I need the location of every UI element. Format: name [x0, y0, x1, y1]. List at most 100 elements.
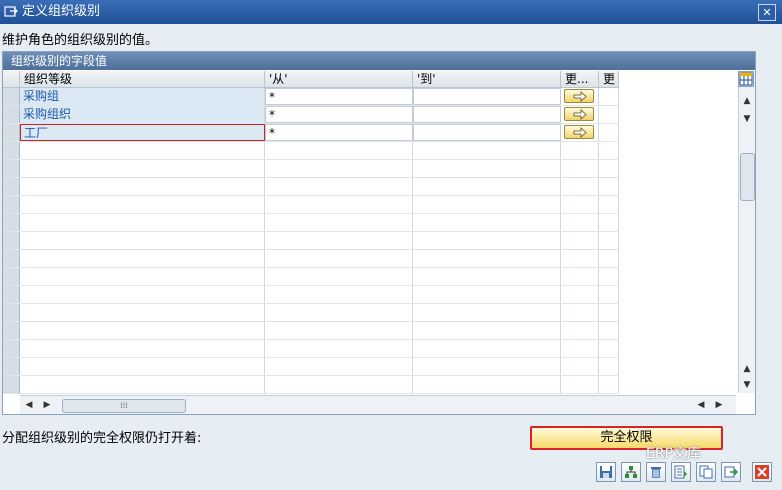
row-selector[interactable]: [3, 124, 20, 141]
vertical-scrollbar[interactable]: ▲ ▼ ▲ ▼: [738, 71, 755, 393]
col-more[interactable]: 更...: [561, 71, 599, 88]
empty-table-row[interactable]: [3, 196, 619, 214]
empty-table-row[interactable]: [3, 340, 619, 358]
from-value-input[interactable]: *: [265, 106, 413, 123]
row-selector[interactable]: [3, 160, 20, 177]
empty-table-row[interactable]: [3, 286, 619, 304]
empty-cell: [413, 304, 561, 321]
copy-button[interactable]: [696, 462, 716, 482]
empty-cell: [561, 232, 599, 249]
more-values-button[interactable]: [564, 89, 594, 103]
description-text: 维护角色的组织级别的值。: [2, 33, 159, 48]
table-row[interactable]: 工厂 *: [3, 124, 619, 142]
row-selector[interactable]: [3, 88, 20, 105]
empty-cell: [20, 376, 265, 393]
more-values-button[interactable]: [564, 107, 594, 121]
save-button[interactable]: [596, 462, 616, 482]
empty-table-row[interactable]: [3, 358, 619, 376]
empty-cell: [413, 322, 561, 339]
scroll-left-end-icon[interactable]: ◀: [694, 398, 708, 412]
empty-table-row[interactable]: [3, 268, 619, 286]
copy-icon: [699, 465, 713, 479]
empty-cell: [265, 268, 413, 285]
row-selector[interactable]: [3, 376, 20, 393]
scroll-right-icon[interactable]: ▶: [40, 398, 54, 412]
col-more2[interactable]: 更: [599, 71, 619, 88]
scroll-up-icon[interactable]: ▲: [739, 93, 755, 109]
empty-table-row[interactable]: [3, 232, 619, 250]
empty-cell: [20, 286, 265, 303]
more-values-button[interactable]: [564, 125, 594, 139]
org-level-cell: 工厂: [20, 124, 265, 141]
from-value-input[interactable]: *: [265, 88, 413, 105]
table-row[interactable]: 采购组 *: [3, 88, 619, 106]
col-to[interactable]: '到': [413, 71, 561, 88]
row-selector[interactable]: [3, 358, 20, 375]
scroll-down-up-icon[interactable]: ▲: [739, 361, 755, 377]
empty-cell: [561, 340, 599, 357]
copy2-button[interactable]: [721, 462, 741, 482]
empty-cell: [599, 250, 619, 267]
empty-table-row[interactable]: [3, 322, 619, 340]
empty-cell: [20, 268, 265, 285]
empty-cell: [265, 232, 413, 249]
row-selector[interactable]: [3, 142, 20, 159]
org-level-cell: 采购组: [20, 88, 265, 105]
more-cell: [561, 106, 599, 123]
table-row[interactable]: 采购组织 *: [3, 106, 619, 124]
row-selector[interactable]: [3, 322, 20, 339]
field-values-panel: 组织级别的字段值 组织等级 '从' '到' 更... 更 采购组 * 采购组织 * 工厂…: [2, 51, 756, 415]
delete-button[interactable]: [646, 462, 666, 482]
empty-cell: [599, 160, 619, 177]
row-selector[interactable]: [3, 268, 20, 285]
empty-cell: [413, 178, 561, 195]
more-cell: [561, 88, 599, 105]
empty-cell: [561, 286, 599, 303]
empty-cell: [561, 322, 599, 339]
close-button[interactable]: ✕: [758, 4, 776, 21]
delete-icon: [651, 467, 661, 478]
scroll-right-end-icon[interactable]: ▶: [712, 398, 726, 412]
from-value-input[interactable]: *: [265, 124, 413, 141]
row-selector[interactable]: [3, 250, 20, 267]
horizontal-scroll-thumb[interactable]: ⁞⁞⁞: [62, 399, 186, 413]
row-selector[interactable]: [3, 178, 20, 195]
org-level-cell: 采购组织: [20, 106, 265, 123]
org-icon: [625, 466, 637, 478]
vertical-scroll-thumb[interactable]: [740, 153, 755, 201]
horizontal-scrollbar[interactable]: ◀ ▶ ⁞⁞⁞ ◀ ▶: [20, 395, 736, 414]
row-selector[interactable]: [3, 304, 20, 321]
to-value-input[interactable]: [413, 88, 561, 105]
empty-table-row[interactable]: [3, 178, 619, 196]
more-cell: [561, 124, 599, 141]
empty-table-row[interactable]: [3, 376, 619, 394]
empty-cell: [20, 142, 265, 159]
col-from[interactable]: '从': [265, 71, 413, 88]
org-button[interactable]: [621, 462, 641, 482]
row-selector[interactable]: [3, 214, 20, 231]
col-org-level[interactable]: 组织等级: [20, 71, 265, 88]
row-selector[interactable]: [3, 286, 20, 303]
empty-table-row[interactable]: [3, 304, 619, 322]
empty-table-row[interactable]: [3, 214, 619, 232]
scroll-up2-icon[interactable]: ▼: [739, 111, 755, 127]
scroll-left-icon[interactable]: ◀: [22, 398, 36, 412]
row-selector[interactable]: [3, 196, 20, 213]
empty-table-row[interactable]: [3, 160, 619, 178]
to-value-input[interactable]: [413, 106, 561, 123]
empty-cell: [599, 340, 619, 357]
row-selector[interactable]: [3, 106, 20, 123]
list-button[interactable]: [671, 462, 691, 482]
empty-table-row[interactable]: [3, 250, 619, 268]
empty-cell: [561, 214, 599, 231]
row-selector[interactable]: [3, 340, 20, 357]
row-selector[interactable]: [3, 232, 20, 249]
to-value-input[interactable]: [413, 124, 561, 141]
select-all-header[interactable]: [3, 71, 20, 88]
table-settings-icon[interactable]: [738, 71, 754, 87]
cancel-button[interactable]: [752, 462, 772, 482]
more2-cell: [599, 88, 619, 105]
empty-cell: [561, 196, 599, 213]
empty-table-row[interactable]: [3, 142, 619, 160]
scroll-down-icon[interactable]: ▼: [739, 377, 755, 393]
